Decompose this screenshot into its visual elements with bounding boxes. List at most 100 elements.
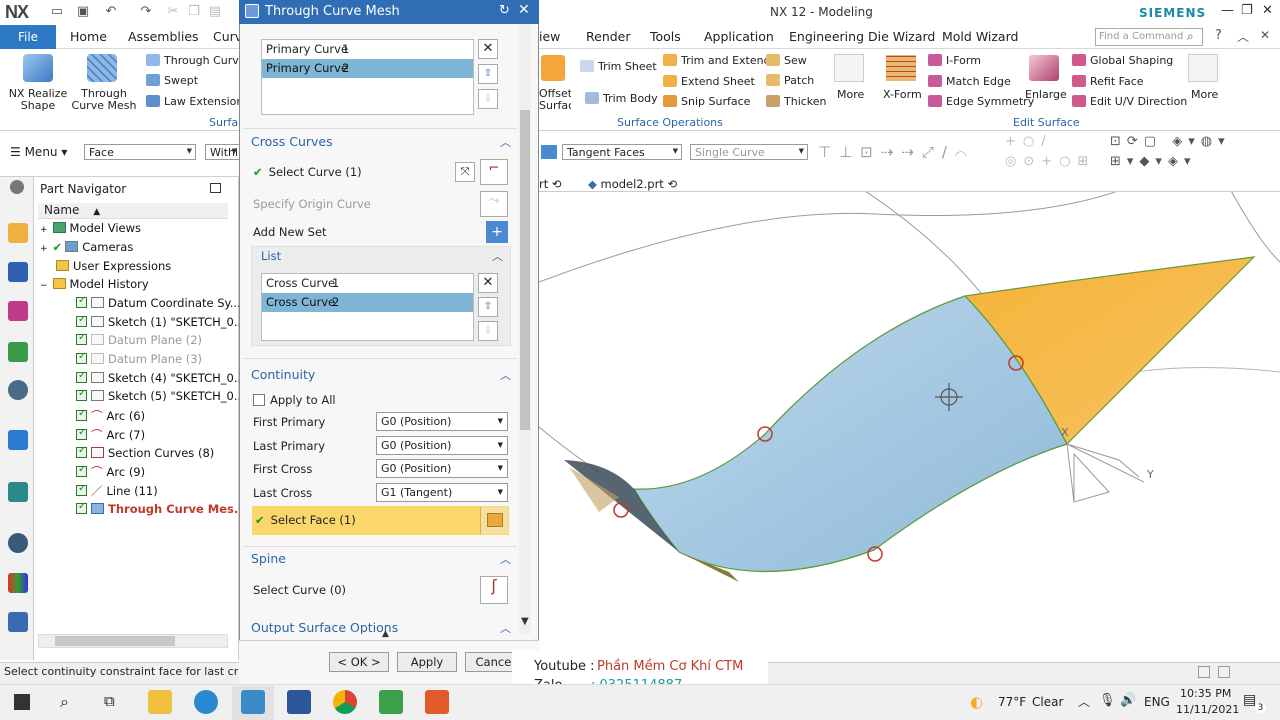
minimize-icon[interactable]: — [1221,3,1234,18]
continuity-header[interactable]: Continuity [251,367,315,382]
offset-surface-icon[interactable] [541,55,565,81]
undo-icon[interactable]: ↶ [103,4,119,20]
tree-item-arc-7[interactable]: ⌒Arc (7) [76,427,145,445]
tab-view[interactable]: iew [539,29,560,44]
tree-item-section-curves-8[interactable]: Section Curves (8) [76,445,214,464]
global-shaping-button[interactable]: Global Shaping [1072,54,1173,67]
patch-button[interactable]: Patch [766,74,814,87]
visibility-checkbox[interactable] [76,464,87,477]
law-extension-button[interactable]: Law Extension [146,95,243,108]
x-form-icon[interactable] [886,55,916,81]
tree-item-datum-plane-2[interactable]: Datum Plane (2) [76,332,202,351]
tab-render[interactable]: Render [586,29,631,44]
ok-button[interactable]: < OK > [329,652,389,672]
view-manager-icon[interactable] [8,380,28,400]
list-item[interactable]: Primary Curve 1 [262,40,473,59]
offset-surface-button[interactable]: Offset Surface [539,88,571,112]
visibility-checkbox[interactable] [76,501,87,514]
full-screen-icon[interactable] [1218,666,1230,678]
extend-sheet-button[interactable]: Extend Sheet [663,75,755,88]
tab-assemblies[interactable]: Assemblies [128,29,199,44]
maximize-panel-icon[interactable] [210,183,221,193]
swept-button[interactable]: Swept [146,74,198,87]
continuity-collapse-icon[interactable]: ︿ [500,367,511,383]
list-item[interactable]: Cross Curve 1 [262,274,473,293]
search-icon[interactable]: ⌕ [1187,29,1194,44]
history-palette-icon[interactable] [8,482,28,502]
settings-gear-icon[interactable] [10,180,24,194]
refit-face-button[interactable]: Refit Face [1072,75,1144,88]
redo-icon[interactable]: ↷ [138,4,154,20]
trim-body-button[interactable]: Trim Body [585,92,658,105]
move-cross-up-icon[interactable]: ⇧ [478,297,498,317]
more-surface-ops-icon[interactable] [834,54,864,82]
realize-shape-icon[interactable] [23,54,53,82]
spine-select-curve[interactable]: Select Curve (0) [253,583,346,597]
tab-mold-wizard[interactable]: Mold Wizard [942,29,1018,44]
visibility-checkbox[interactable] [76,483,87,496]
spine-collapse-icon[interactable]: ︿ [500,551,511,567]
thicken-button[interactable]: Thicken [766,95,827,108]
system-scene-icon[interactable] [8,612,28,632]
close-window-icon[interactable]: ✕ [1262,3,1273,18]
tree-item-sketch-1[interactable]: Sketch (1) "SKETCH_0... [76,314,245,333]
tree-item-datum-csys[interactable]: Datum Coordinate Sy... [76,295,241,314]
visibility-checkbox[interactable] [76,370,87,383]
tab-tools[interactable]: Tools [650,29,681,44]
tab-engineering-die-wizard[interactable]: Engineering Die Wizard [789,29,935,44]
tab-application[interactable]: Application [704,29,774,44]
copy-icon[interactable]: ❐ [186,4,202,20]
visibility-checkbox[interactable] [76,388,87,401]
select-face-icon[interactable] [480,507,508,534]
more-surface-ops-button[interactable]: More [837,88,864,101]
edge-browser-icon[interactable] [194,690,218,714]
tree-item-cameras[interactable]: + ✔ Cameras [40,240,133,258]
visibility-checkbox[interactable] [76,351,87,364]
cross-curves-header[interactable]: Cross Curves [251,134,333,149]
reset-icon[interactable]: ↻ [499,3,510,18]
edit-uv-direction-button[interactable]: Edit U/V Direction [1072,95,1187,108]
view-tools-icons[interactable]: ⊡⟳▢ ◈▾◍▾ ⊞▾◆▾◈▾ [1110,132,1280,172]
assembly-navigator-icon[interactable] [8,223,28,243]
enlarge-button[interactable]: Enlarge [1025,88,1067,101]
visibility-checkbox[interactable] [76,427,87,440]
apply-to-all-checkbox[interactable] [253,394,265,406]
through-curves-button[interactable]: Through Curves [146,54,251,67]
first-primary-select[interactable]: G0 (Position) [376,412,508,431]
task-view-icon[interactable]: ⧉ [104,692,115,710]
edge-symmetry-button[interactable]: Edge Symmetry [928,95,1034,108]
recorder-icon[interactable] [425,690,449,714]
new-file-icon[interactable]: ▭ [49,4,65,20]
paste-icon[interactable]: ▤ [207,4,223,20]
type-filter-select[interactable]: Face [84,144,196,160]
camtasia-icon[interactable] [379,690,403,714]
cut-icon[interactable]: ✂ [165,4,181,20]
status-tool-icon[interactable] [1198,666,1210,678]
move-up-icon[interactable]: ⇧ [478,64,498,84]
tab-file[interactable]: File [0,25,56,49]
select-cross-curve[interactable]: ✔ Select Curve (1) [253,165,362,179]
x-form-button[interactable]: X-Form [883,88,922,101]
trim-sheet-button[interactable]: Trim Sheet [580,60,657,73]
tree-item-arc-9[interactable]: ⌒Arc (9) [76,464,145,482]
clock-time[interactable]: 10:35 PM [1180,687,1231,700]
list-header[interactable]: List [261,249,281,263]
nx-app-icon[interactable] [241,690,265,714]
help-icon[interactable]: ? [1215,28,1222,43]
expand-dialog-icon[interactable]: ▲ [382,629,389,639]
list-item-selected[interactable]: Cross Curve 2 [262,293,473,312]
chrome-icon[interactable] [333,690,357,714]
tab-model1-prt[interactable]: rt ⟲ [539,177,562,191]
select-curve-icon[interactable]: ⌐ [480,159,508,185]
language-indicator[interactable]: ENG [1144,695,1170,709]
name-column-header[interactable]: Name ▲ [38,203,228,219]
menu-button[interactable]: ☰ Menu ▾ [10,145,67,159]
microphone-icon[interactable]: 🎙 [1099,693,1116,708]
tab-home[interactable]: Home [70,29,107,44]
spine-header[interactable]: Spine [251,551,286,566]
output-collapse-icon[interactable]: ︿ [500,620,511,636]
output-surface-options-header[interactable]: Output Surface Options [251,620,398,634]
tree-item-sketch-5[interactable]: Sketch (5) "SKETCH_0... [76,388,245,407]
search-taskbar-icon[interactable]: ⌕ [60,692,69,712]
visibility-checkbox[interactable] [76,295,87,308]
